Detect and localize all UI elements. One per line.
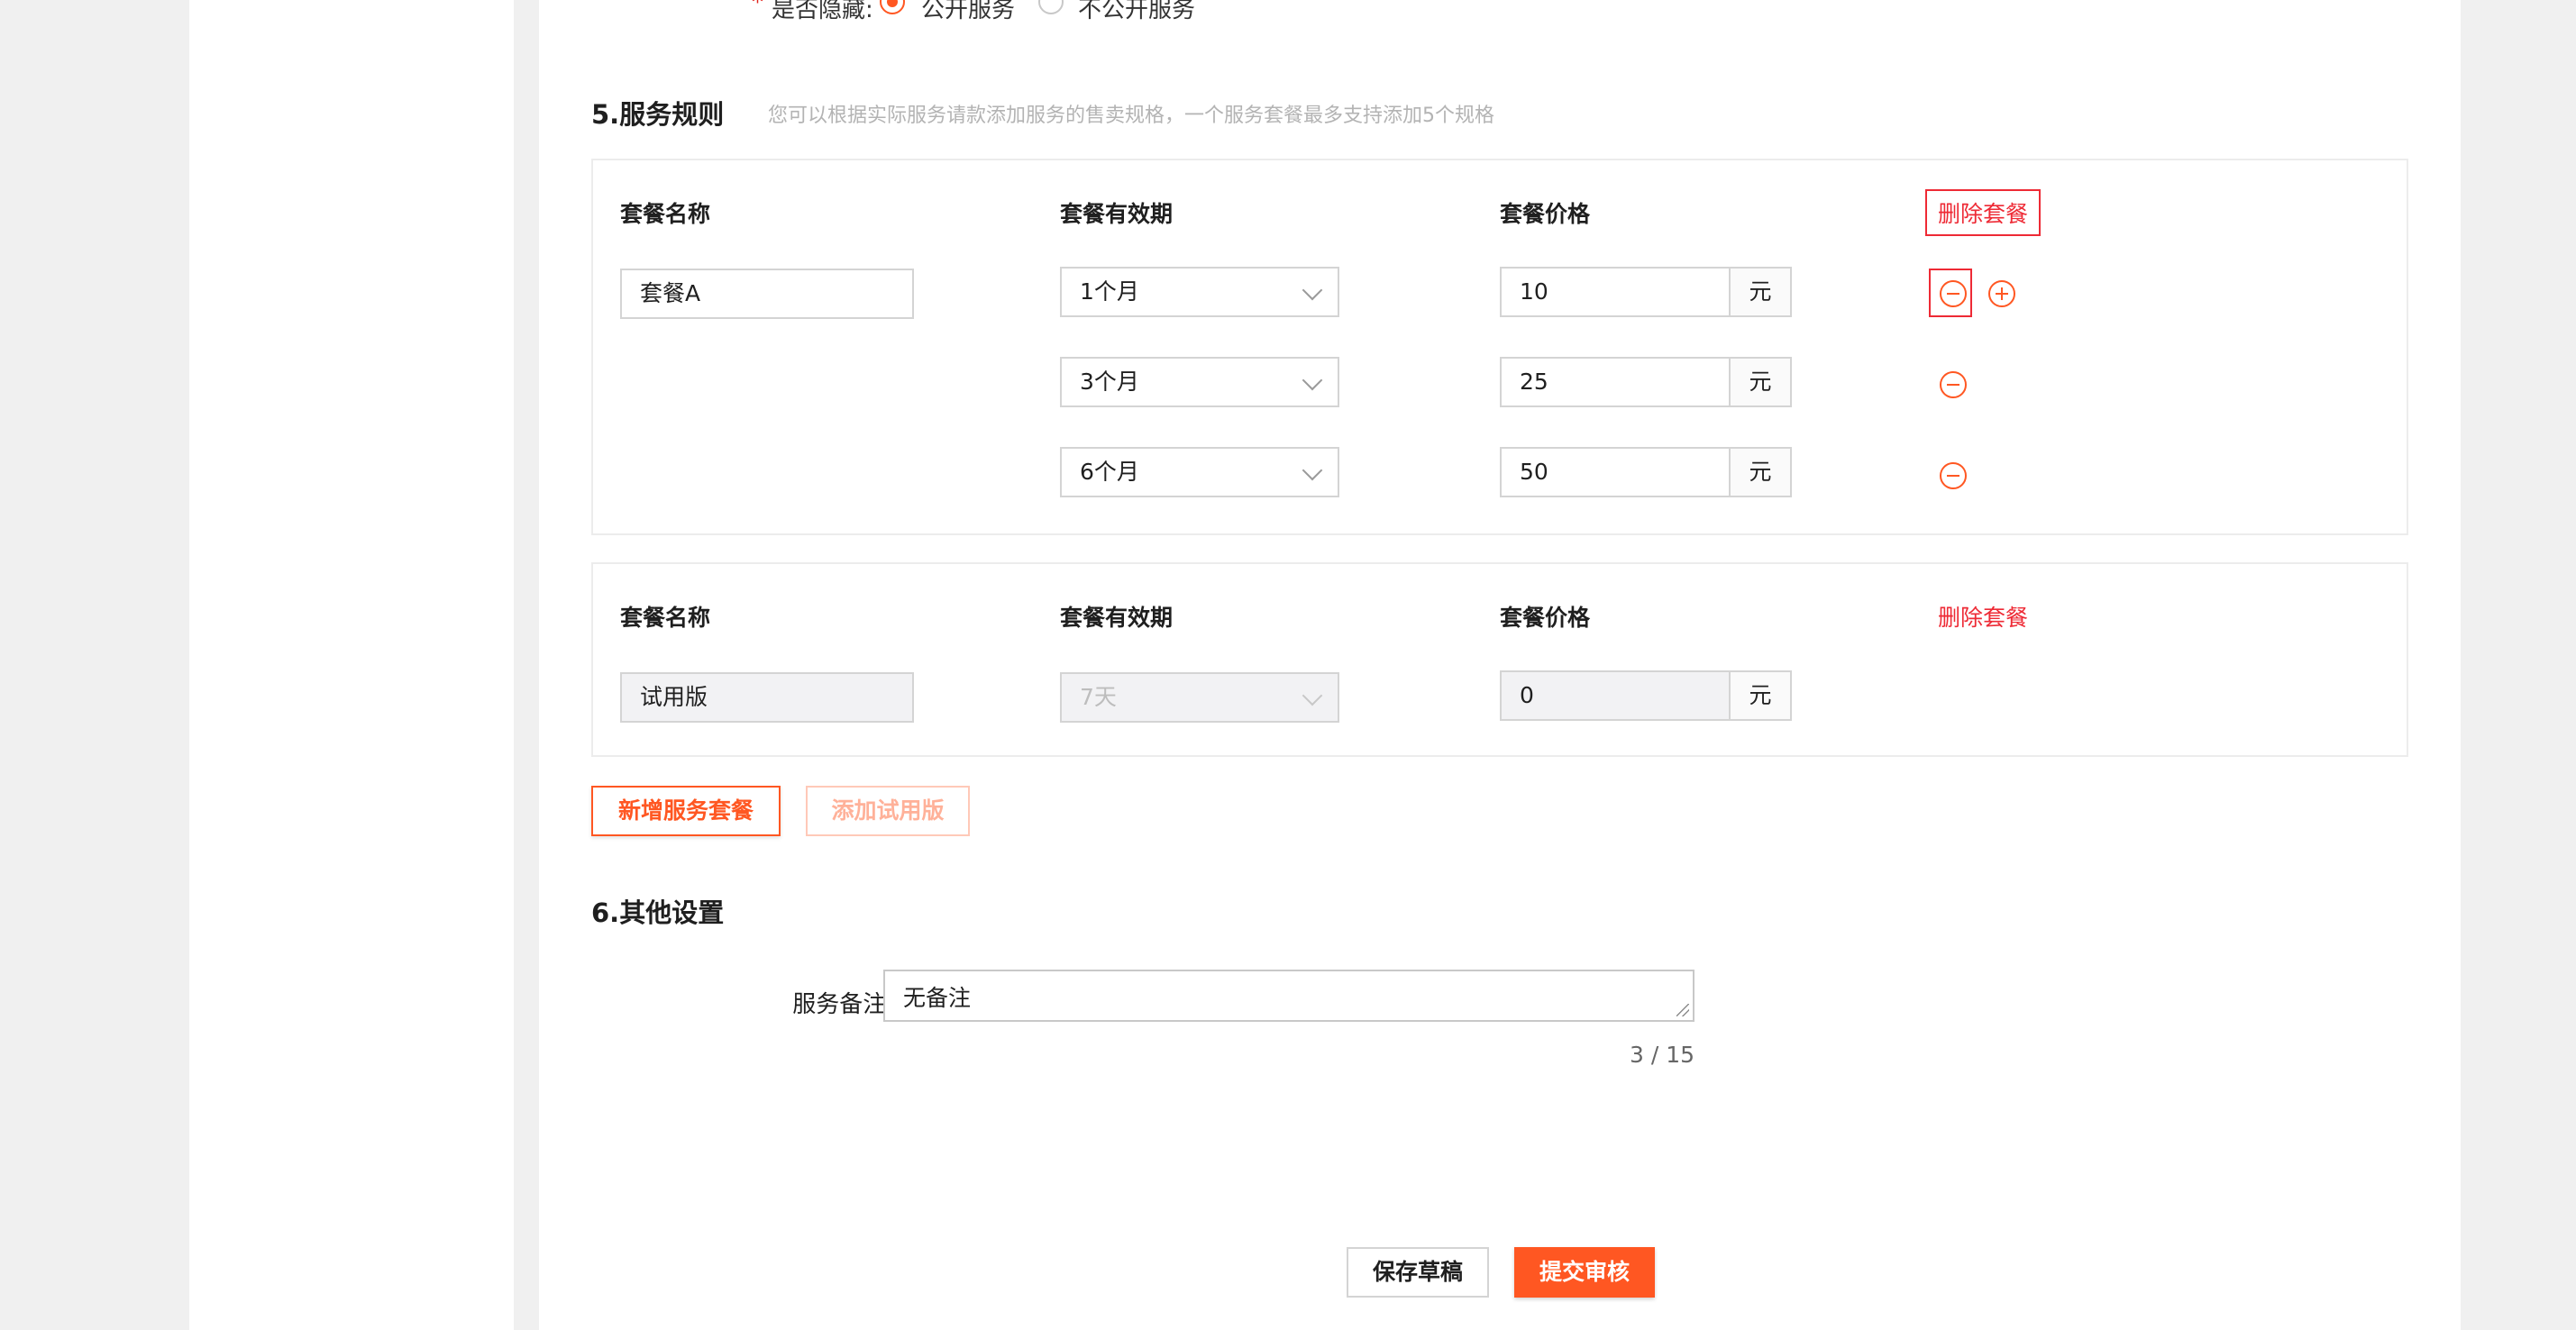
price-unit: 元	[1729, 267, 1792, 317]
price-field: 25 元	[1500, 357, 1794, 407]
price-unit: 元	[1729, 357, 1792, 407]
radio-private-label[interactable]: 不公开服务	[1078, 0, 1195, 24]
col-name-header: 套餐名称	[620, 605, 711, 631]
col-name-header: 套餐名称	[620, 201, 711, 227]
submit-review-button[interactable]: 提交审核	[1514, 1247, 1655, 1298]
chevron-down-icon	[1302, 279, 1323, 301]
chevron-down-icon	[1302, 685, 1323, 706]
package-name-input[interactable]: 套餐A	[620, 269, 914, 319]
add-spec-icon[interactable]	[1988, 280, 2015, 307]
delete-trial-button[interactable]: 删除套餐	[1938, 600, 2028, 633]
trial-period-value: 7天	[1080, 684, 1117, 710]
price-unit: 元	[1729, 670, 1792, 721]
period-select[interactable]: 6个月	[1060, 447, 1339, 497]
add-package-button[interactable]: 新增服务套餐	[591, 786, 781, 836]
trial-name-input: 试用版	[620, 672, 914, 723]
col-period-header: 套餐有效期	[1060, 605, 1174, 631]
period-select-value: 1个月	[1080, 278, 1139, 305]
resize-handle[interactable]	[1676, 1004, 1689, 1016]
save-draft-button[interactable]: 保存草稿	[1347, 1247, 1489, 1298]
price-field: 10 元	[1500, 267, 1794, 317]
period-select[interactable]: 1个月	[1060, 267, 1339, 317]
remove-spec-icon[interactable]	[1940, 462, 1967, 489]
price-field: 50 元	[1500, 447, 1794, 497]
main-form-panel: * 是否隐藏: 公开服务 不公开服务 5.服务规则 您可以根据实际服务请款添加服…	[539, 0, 2461, 1330]
radio-private[interactable]	[1038, 0, 1064, 14]
col-period-header: 套餐有效期	[1060, 201, 1174, 227]
chevron-down-icon	[1302, 460, 1323, 481]
section5-hint: 您可以根据实际服务请款添加服务的售卖规格，一个服务套餐最多支持添加5个规格	[768, 105, 1494, 127]
chevron-down-icon	[1302, 369, 1323, 391]
col-price-header: 套餐价格	[1500, 201, 1591, 227]
section5-title: 5.服务规则	[591, 99, 725, 130]
remark-textarea[interactable]: 无备注	[883, 970, 1694, 1022]
hidden-label: 是否隐藏:	[772, 0, 873, 23]
remark-value: 无备注	[903, 985, 972, 1011]
required-mark: *	[752, 0, 763, 16]
radio-public[interactable]	[880, 0, 905, 14]
col-price-header: 套餐价格	[1500, 605, 1591, 631]
price-input[interactable]: 10	[1500, 267, 1731, 317]
period-select-value: 6个月	[1080, 459, 1139, 485]
period-select[interactable]: 3个月	[1060, 357, 1339, 407]
trial-period-select: 7天	[1060, 672, 1339, 723]
price-unit: 元	[1729, 447, 1792, 497]
char-counter: 3 / 15	[1630, 1042, 1695, 1068]
period-select-value: 3个月	[1080, 369, 1139, 395]
price-input[interactable]: 50	[1500, 447, 1731, 497]
remark-label: 服务备注:	[792, 991, 894, 1018]
package-a-card: 套餐名称 套餐有效期 套餐价格 删除套餐 套餐A 1个月 10 元 3个月 25…	[591, 159, 2408, 535]
trial-price-input: 0	[1500, 670, 1731, 721]
add-trial-button[interactable]: 添加试用版	[806, 786, 970, 836]
package-trial-card: 套餐名称 套餐有效期 套餐价格 删除套餐 试用版 7天 0 元	[591, 562, 2408, 757]
left-sidebar-panel	[189, 0, 514, 1330]
section6-title: 6.其他设置	[591, 897, 725, 928]
radio-public-label[interactable]: 公开服务	[921, 0, 1015, 24]
remove-spec-icon[interactable]	[1940, 280, 1967, 307]
delete-package-button[interactable]: 删除套餐	[1925, 189, 2042, 236]
trial-price-field: 0 元	[1500, 670, 1794, 721]
price-input[interactable]: 25	[1500, 357, 1731, 407]
remove-spec-icon[interactable]	[1940, 371, 1967, 398]
